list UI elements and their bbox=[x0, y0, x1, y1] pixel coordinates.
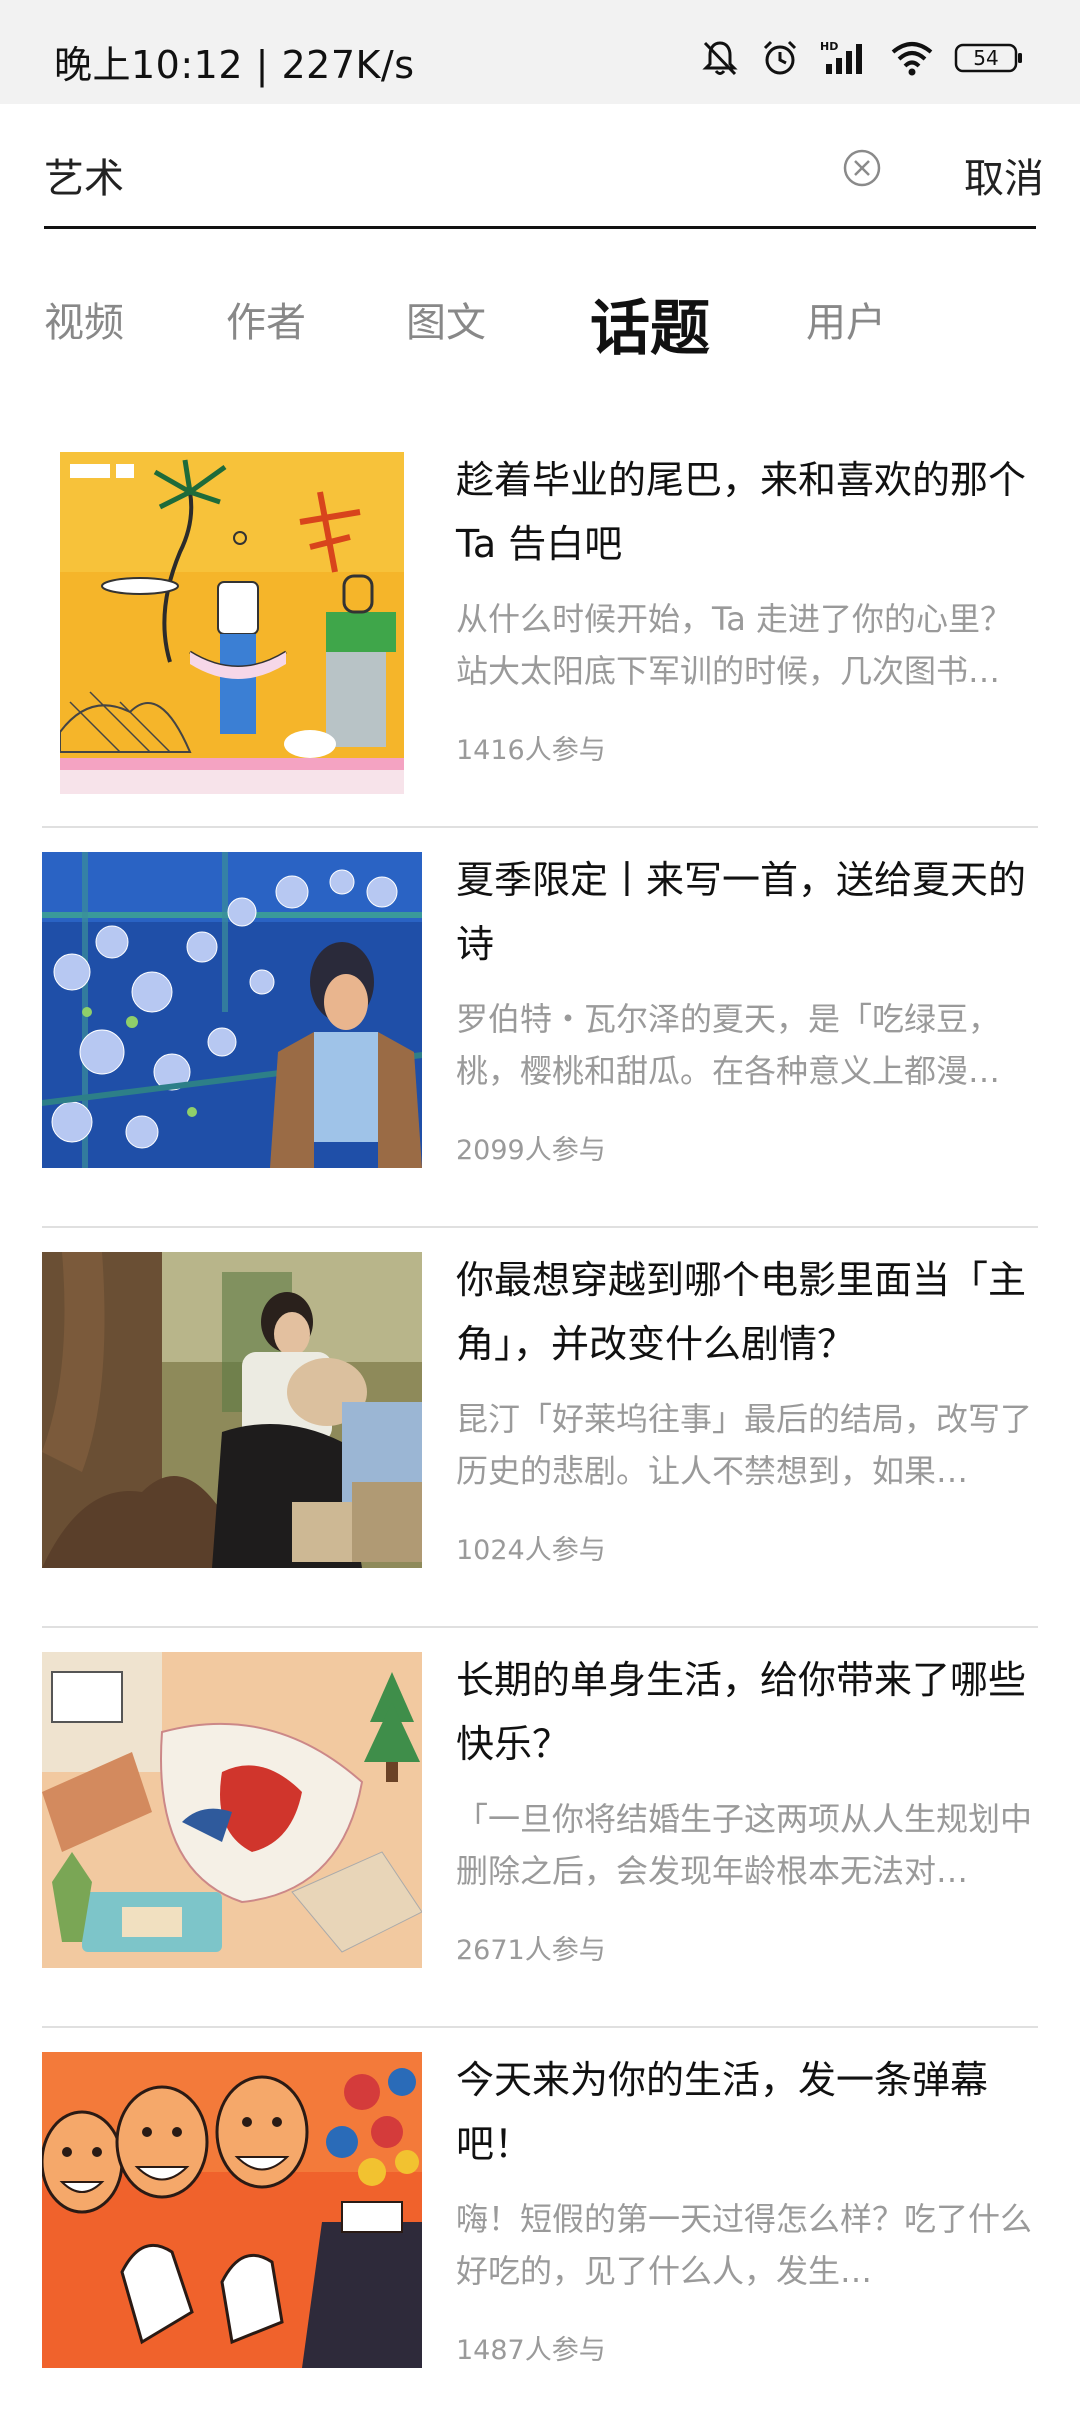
result-tabs: 视频 作者 图文 话题 用户 bbox=[44, 270, 1036, 370]
topic-title: 今天来为你的生活，发一条弹幕吧！ bbox=[456, 2058, 989, 2166]
status-bar: 晚上10:12 | 227K/s HD 54 bbox=[0, 0, 1080, 104]
search-underline bbox=[44, 226, 1036, 229]
topic-thumbnail-single-life bbox=[42, 1652, 422, 1968]
topic-participant-count: 1487人参与 bbox=[456, 2335, 606, 2366]
battery-level: 54 bbox=[973, 46, 999, 70]
tab-video[interactable]: 视频 bbox=[44, 290, 124, 348]
topic-item[interactable]: 今天来为你的生活，发一条弹幕吧！ 嗨！短假的第一天过得怎么样？吃了什么好吃的，见… bbox=[0, 2028, 1080, 2428]
clear-search-icon[interactable] bbox=[842, 148, 882, 188]
status-icons: HD 54 bbox=[700, 36, 1024, 80]
topic-thumbnail-movie bbox=[42, 1252, 422, 1568]
topic-title: 长期的单身生活，给你带来了哪些快乐？ bbox=[456, 1658, 1027, 1766]
status-time: 晚上10:12 | 227K/s bbox=[54, 43, 415, 87]
bell-off-icon bbox=[700, 38, 740, 78]
search-input[interactable]: 艺术 bbox=[44, 146, 124, 204]
topic-description: 嗨！短假的第一天过得怎么样？吃了什么好吃的，见了什么人，发生… bbox=[456, 2200, 1033, 2290]
topic-participant-count: 1416人参与 bbox=[456, 735, 606, 766]
topic-description: 「一旦你将结婚生子这两项从人生规划中删除之后，会发现年龄根本无法对… bbox=[456, 1800, 1033, 1890]
topic-item[interactable]: 夏季限定丨来写一首，送给夏天的诗 罗伯特・瓦尔泽的夏天，是「吃绿豆，桃，樱桃和甜… bbox=[0, 828, 1080, 1228]
topic-thumbnail-danmaku bbox=[42, 2052, 422, 2368]
topic-participant-count: 2671人参与 bbox=[456, 1935, 606, 1966]
wifi-icon bbox=[890, 38, 934, 78]
topic-description: 昆汀「好莱坞往事」最后的结局，改写了历史的悲剧。让人不禁想到，如果… bbox=[456, 1400, 1033, 1490]
topic-description: 从什么时候开始，Ta 走进了你的心里？站大太阳底下军训的时候，几次图书… bbox=[456, 600, 1013, 690]
topic-item[interactable]: 长期的单身生活，给你带来了哪些快乐？ 「一旦你将结婚生子这两项从人生规划中删除之… bbox=[0, 1628, 1080, 2028]
hd-label: HD bbox=[820, 40, 838, 53]
topic-thumbnail-graduation bbox=[60, 452, 404, 794]
topic-item[interactable]: 你最想穿越到哪个电影里面当「主角」，并改变什么剧情？ 昆汀「好莱坞往事」最后的结… bbox=[0, 1228, 1080, 1628]
battery-icon: 54 bbox=[954, 42, 1024, 74]
tab-user[interactable]: 用户 bbox=[806, 290, 886, 348]
alarm-icon bbox=[760, 38, 800, 78]
topic-thumbnail-summer-poem bbox=[42, 852, 422, 1168]
topic-description: 罗伯特・瓦尔泽的夏天，是「吃绿豆，桃，樱桃和甜瓜。在各种意义上都漫… bbox=[456, 1000, 1001, 1090]
topic-participant-count: 2099人参与 bbox=[456, 1135, 606, 1166]
cancel-button[interactable]: 取消 bbox=[964, 146, 1044, 204]
topic-item[interactable]: 趁着毕业的尾巴，来和喜欢的那个 Ta 告白吧 从什么时候开始，Ta 走进了你的心… bbox=[0, 428, 1080, 828]
topic-title: 趁着毕业的尾巴，来和喜欢的那个 Ta 告白吧 bbox=[456, 458, 1027, 566]
tab-article[interactable]: 图文 bbox=[406, 290, 486, 348]
signal-icon: HD bbox=[820, 38, 870, 78]
topic-participant-count: 1024人参与 bbox=[456, 1535, 606, 1566]
topic-title: 你最想穿越到哪个电影里面当「主角」，并改变什么剧情？ bbox=[456, 1258, 1027, 1366]
tab-topic[interactable]: 话题 bbox=[590, 280, 710, 367]
topic-title: 夏季限定丨来写一首，送给夏天的诗 bbox=[456, 858, 1027, 966]
search-bar: 艺术 取消 bbox=[44, 104, 1044, 230]
tab-author[interactable]: 作者 bbox=[226, 290, 306, 348]
